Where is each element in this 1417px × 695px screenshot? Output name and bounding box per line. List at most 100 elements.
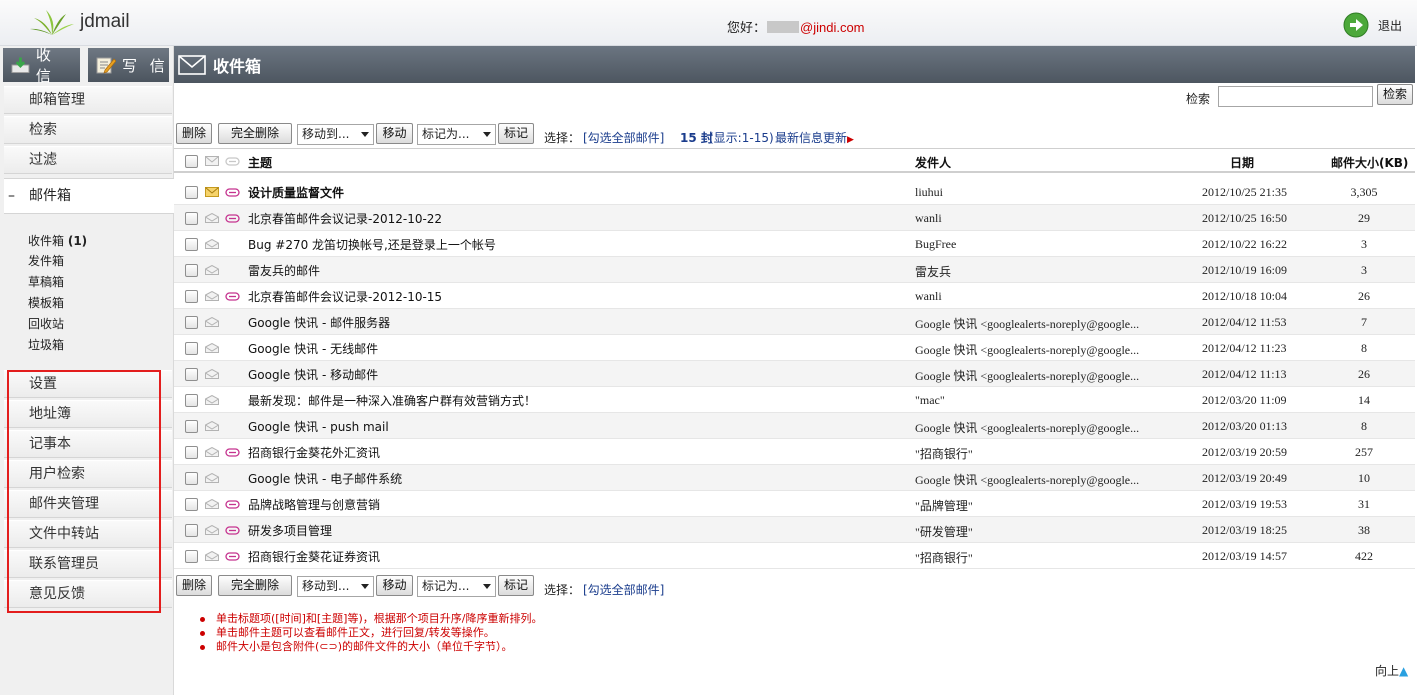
row-checkbox[interactable] xyxy=(185,498,198,511)
move-to-select[interactable]: 移动到... xyxy=(297,124,374,145)
mail-row[interactable]: 品牌战略管理与创意营销 "品牌管理" 2012/03/19 19:53 31 xyxy=(174,491,1415,517)
select-all-link[interactable]: [勾选全部邮件] xyxy=(583,129,664,146)
mark-as-select[interactable]: 标记为... xyxy=(417,124,496,145)
move-to-select-bottom[interactable]: 移动到... xyxy=(297,576,374,597)
mail-row[interactable]: 设计质量监督文件 liuhui 2012/10/25 21:35 3,305 xyxy=(174,179,1415,205)
mark-button-bottom[interactable]: 标记 xyxy=(498,575,534,596)
select-all-checkbox[interactable] xyxy=(185,155,198,168)
mail-subject[interactable]: 品牌战略管理与创意营销 xyxy=(248,496,380,513)
inbox-title-bar: 收件箱 xyxy=(174,46,1415,83)
mail-row[interactable]: 招商银行金葵花外汇资讯 "招商银行" 2012/03/19 20:59 257 xyxy=(174,439,1415,465)
collapse-minus-icon[interactable]: – xyxy=(8,179,15,213)
row-checkbox[interactable] xyxy=(185,446,198,459)
mail-subject[interactable]: 北京春笛邮件会议记录-2012-10-22 xyxy=(248,210,442,227)
delete-button[interactable]: 删除 xyxy=(176,123,212,144)
row-checkbox[interactable] xyxy=(185,524,198,537)
search-input[interactable] xyxy=(1218,86,1373,107)
folder-templates[interactable]: 模板箱 xyxy=(28,294,64,311)
delete-all-button-bottom[interactable]: 完全删除 xyxy=(218,575,292,596)
row-checkbox[interactable] xyxy=(185,368,198,381)
receive-mail-button[interactable]: 收 信 xyxy=(3,46,80,85)
nav-mailbox-settings[interactable]: 邮箱管理 xyxy=(4,86,172,114)
mark-button[interactable]: 标记 xyxy=(498,123,534,144)
mail-subject[interactable]: Google 快讯 - 邮件服务器 xyxy=(248,314,390,331)
back-to-top-link[interactable]: 向上▲ xyxy=(1375,662,1408,679)
nav-contact-admin[interactable]: 联系管理员 xyxy=(4,550,172,578)
logout-button[interactable]: 退出 xyxy=(1343,12,1402,38)
mail-subject[interactable]: 招商银行金葵花外汇资讯 xyxy=(248,444,380,461)
mail-sender: liuhui xyxy=(915,185,944,199)
mail-row[interactable]: Google 快讯 - 邮件服务器 Google 快讯 <googlealert… xyxy=(174,309,1415,335)
column-subject[interactable]: 主题 xyxy=(248,154,272,171)
row-checkbox[interactable] xyxy=(185,550,198,563)
mail-subject[interactable]: 北京春笛邮件会议记录-2012-10-15 xyxy=(248,288,442,305)
row-checkbox[interactable] xyxy=(185,316,198,329)
folder-drafts[interactable]: 草稿箱 xyxy=(28,273,64,290)
row-checkbox[interactable] xyxy=(185,212,198,225)
mail-subject[interactable]: Google 快讯 - 移动邮件 xyxy=(248,366,378,383)
move-button[interactable]: 移动 xyxy=(376,123,413,144)
delete-all-button[interactable]: 完全删除 xyxy=(218,123,292,144)
mail-row[interactable]: Google 快讯 - 移动邮件 Google 快讯 <googlealerts… xyxy=(174,361,1415,387)
mail-row[interactable]: Google 快讯 - 电子邮件系统 Google 快讯 <googlealer… xyxy=(174,465,1415,491)
nav-filter[interactable]: 过滤 xyxy=(4,146,172,174)
row-checkbox[interactable] xyxy=(185,264,198,277)
delete-button-bottom[interactable]: 删除 xyxy=(176,575,212,596)
nav-address-book[interactable]: 地址簿 xyxy=(4,400,172,428)
mail-subject[interactable]: 研发多项目管理 xyxy=(248,522,332,539)
nav-mailbox-expanded[interactable]: – 邮件箱 xyxy=(4,178,174,214)
column-sender[interactable]: 发件人 xyxy=(915,154,951,171)
mail-subject[interactable]: 最新发现：邮件是一种深入准确客户群有效营销方式！ xyxy=(248,392,536,409)
row-checkbox[interactable] xyxy=(185,186,198,199)
mail-subject[interactable]: Google 快讯 - 电子邮件系统 xyxy=(248,470,402,487)
leaf-logo-icon xyxy=(30,10,74,35)
nav-feedback[interactable]: 意见反馈 xyxy=(4,580,172,608)
chevron-down-icon xyxy=(483,584,491,589)
nav-file-transfer[interactable]: 文件中转站 xyxy=(4,520,172,548)
nav-search[interactable]: 检索 xyxy=(4,116,172,144)
mail-size: 3,305 xyxy=(1350,185,1378,199)
mail-row[interactable]: 招商银行金葵花证券资讯 "招商银行" 2012/03/19 14:57 422 xyxy=(174,543,1415,569)
select-all-link-bottom[interactable]: [勾选全部邮件] xyxy=(583,581,664,598)
row-checkbox[interactable] xyxy=(185,394,198,407)
folder-recycle[interactable]: 回收站 xyxy=(28,315,64,332)
mail-row[interactable]: Bug #270 龙笛切换帐号,还是登录上一个帐号 BugFree 2012/1… xyxy=(174,231,1415,257)
mail-row[interactable]: 最新发现：邮件是一种深入准确客户群有效营销方式！ "mac" 2012/03/2… xyxy=(174,387,1415,413)
folder-spam[interactable]: 垃圾箱 xyxy=(28,336,64,353)
mail-subject[interactable]: 招商银行金葵花证券资讯 xyxy=(248,548,380,565)
mail-row[interactable]: Google 快讯 - push mail Google 快讯 <googlea… xyxy=(174,413,1415,439)
mail-row[interactable]: 北京春笛邮件会议记录-2012-10-15 wanli 2012/10/18 1… xyxy=(174,283,1415,309)
mail-row[interactable]: 雷友兵的邮件 雷友兵 2012/10/19 16:09 3 xyxy=(174,257,1415,283)
nav-folder-management[interactable]: 邮件夹管理 xyxy=(4,490,172,518)
nav-notepad[interactable]: 记事本 xyxy=(4,430,172,458)
move-button-bottom[interactable]: 移动 xyxy=(376,575,413,596)
folder-inbox[interactable]: 收件箱 (1) xyxy=(28,232,87,249)
mail-subject[interactable]: 设计质量监督文件 xyxy=(248,184,344,201)
nav-user-search[interactable]: 用户检索 xyxy=(4,460,172,488)
mail-subject[interactable]: Google 快讯 - push mail xyxy=(248,418,389,435)
row-checkbox[interactable] xyxy=(185,238,198,251)
mail-date: 2012/10/25 21:35 xyxy=(1202,185,1288,199)
mail-row[interactable]: Google 快讯 - 无线邮件 Google 快讯 <googlealerts… xyxy=(174,335,1415,361)
attachment-icon xyxy=(225,448,240,457)
mail-subject[interactable]: Google 快讯 - 无线邮件 xyxy=(248,340,378,357)
mail-row[interactable]: 北京春笛邮件会议记录-2012-10-22 wanli 2012/10/25 1… xyxy=(174,205,1415,231)
refresh-link[interactable]: 最新信息更新▶ xyxy=(775,129,854,146)
read-envelope-icon xyxy=(205,525,219,535)
mail-subject[interactable]: Bug #270 龙笛切换帐号,还是登录上一个帐号 xyxy=(248,236,496,253)
nav-settings[interactable]: 设置 xyxy=(4,370,172,398)
row-checkbox[interactable] xyxy=(185,290,198,303)
compose-mail-button[interactable]: 写 信 xyxy=(88,48,169,82)
row-checkbox[interactable] xyxy=(185,420,198,433)
mark-as-select-bottom[interactable]: 标记为... xyxy=(417,576,496,597)
search-button[interactable]: 检索 xyxy=(1377,84,1413,105)
compose-pencil-icon xyxy=(96,57,116,74)
mail-subject[interactable]: 雷友兵的邮件 xyxy=(248,262,320,279)
column-date[interactable]: 日期 xyxy=(1230,154,1254,171)
row-checkbox[interactable] xyxy=(185,472,198,485)
row-checkbox[interactable] xyxy=(185,342,198,355)
folder-sent[interactable]: 发件箱 xyxy=(28,252,64,269)
column-size[interactable]: 邮件大小(KB) xyxy=(1331,154,1408,171)
attachment-icon xyxy=(225,188,240,197)
mail-row[interactable]: 研发多项目管理 "研发管理" 2012/03/19 18:25 38 xyxy=(174,517,1415,543)
